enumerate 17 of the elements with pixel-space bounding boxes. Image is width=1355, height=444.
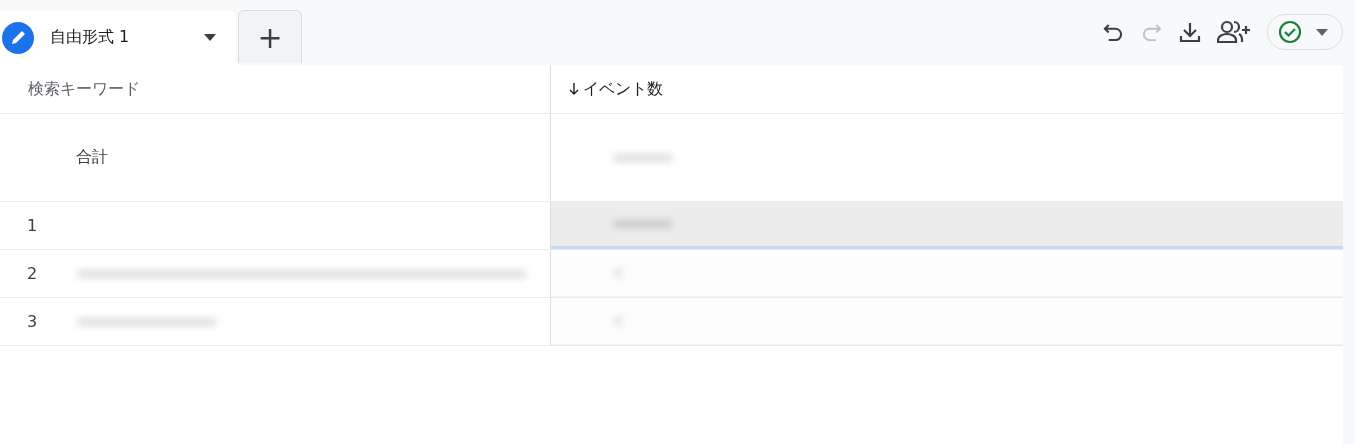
undo-icon[interactable] xyxy=(1103,23,1125,41)
row-number: 1 xyxy=(27,216,39,235)
pencil-icon xyxy=(2,21,34,54)
check-circle-icon xyxy=(1278,20,1302,44)
add-tab-button[interactable]: + xyxy=(238,10,302,63)
row-number: 2 xyxy=(27,264,39,283)
caret-icon[interactable] xyxy=(204,34,216,41)
caret-icon xyxy=(1316,28,1328,36)
column-header[interactable]: 検索キーワード xyxy=(0,65,551,113)
column-header[interactable]: イベント数 xyxy=(551,65,1343,113)
report-tab[interactable]: 自由形式 1 xyxy=(0,10,236,65)
blurred-value xyxy=(613,219,673,229)
add-person-icon[interactable] xyxy=(1217,20,1251,44)
sort-arrow-icon xyxy=(569,83,579,95)
total-label: 合計 xyxy=(76,147,108,168)
download-icon[interactable] xyxy=(1179,21,1201,43)
row-number: 3 xyxy=(27,312,39,331)
